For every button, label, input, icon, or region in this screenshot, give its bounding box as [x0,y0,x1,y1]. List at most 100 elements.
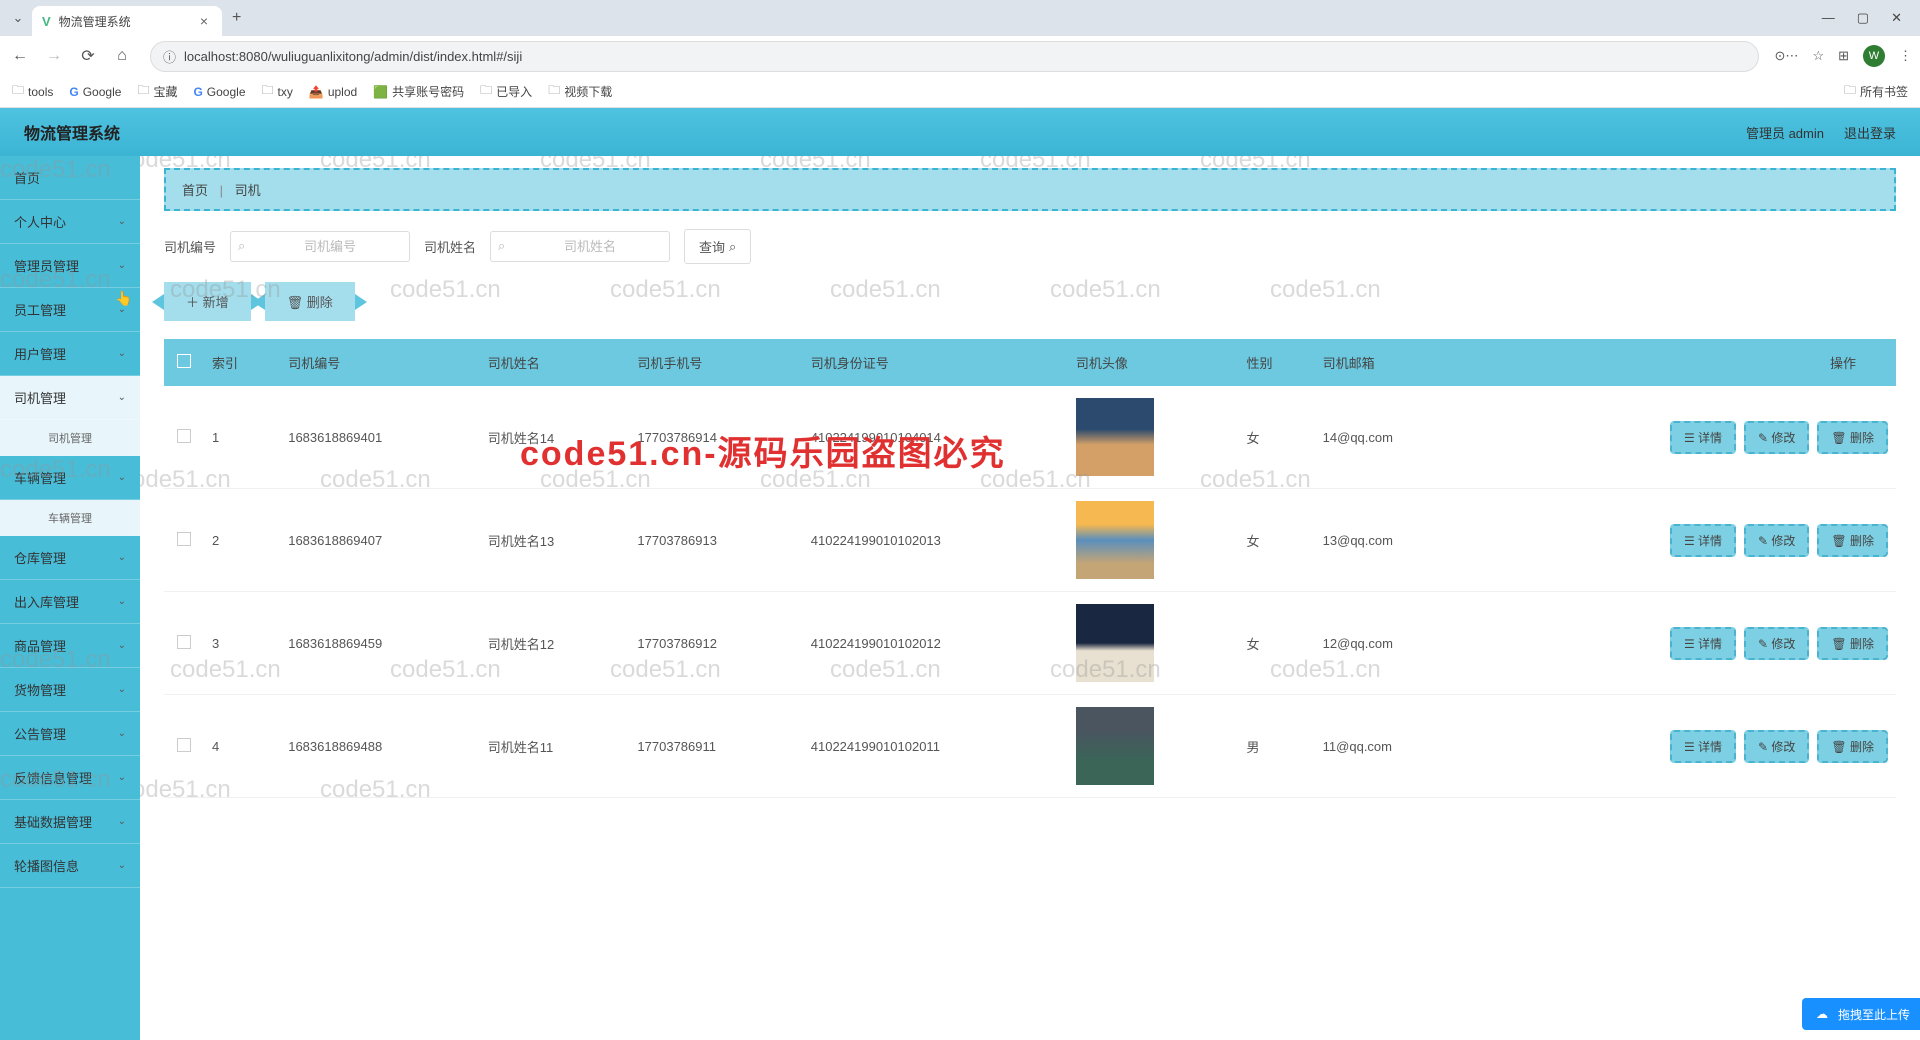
detail-button[interactable]: ☰ 详情 [1670,627,1736,660]
breadcrumb-home[interactable]: 首页 [182,183,208,198]
bookmark-imported[interactable]: 已导入 [480,81,532,102]
tab-close-icon[interactable]: × [196,13,212,29]
minimize-icon[interactable]: — [1822,10,1835,26]
chevron-down-icon: ⌄ [118,216,126,227]
chevron-down-icon: ⌄ [118,472,126,483]
sidebar-item-9[interactable]: 商品管理⌄ [0,624,140,668]
cell-name: 司机姓名12 [480,592,630,695]
logout-link[interactable]: 退出登录 [1844,123,1896,142]
sidebar-item-11[interactable]: 公告管理⌄ [0,712,140,756]
sidebar-label: 首页 [14,168,40,187]
detail-button[interactable]: ☰ 详情 [1670,421,1736,454]
edit-button[interactable]: ✎ 修改 [1744,627,1809,660]
detail-button[interactable]: ☰ 详情 [1670,730,1736,763]
chevron-down-icon: ⌄ [118,816,126,827]
delete-row-button[interactable]: 🗑 删除 [1817,421,1888,454]
sidebar-item-5[interactable]: 司机管理⌄ [0,376,140,420]
all-bookmarks[interactable]: 所有书签 [1844,81,1908,102]
cell-email: 13@qq.com [1315,489,1472,592]
row-actions: ☰ 详情✎ 修改🗑 删除 [1479,524,1888,557]
sidebar-item-1[interactable]: 个人中心⌄ [0,200,140,244]
col-name: 司机姓名 [480,339,630,386]
data-table: 索引 司机编号 司机姓名 司机手机号 司机身份证号 司机头像 性别 司机邮箱 操… [164,339,1896,798]
breadcrumb: 首页 | 司机 [164,168,1896,211]
row-checkbox[interactable] [177,738,191,752]
edit-button[interactable]: ✎ 修改 [1744,524,1809,557]
cell-phone: 17703786912 [629,592,802,695]
bookmark-google-1[interactable]: Google [69,85,121,99]
sidebar-item-4[interactable]: 用户管理⌄ [0,332,140,376]
close-window-icon[interactable]: ✕ [1891,10,1902,26]
edit-button[interactable]: ✎ 修改 [1744,730,1809,763]
bookmark-tools[interactable]: tools [12,81,53,102]
sidebar-subitem[interactable]: 车辆管理 [0,500,140,536]
delete-row-button[interactable]: 🗑 删除 [1817,627,1888,660]
cell-avatar [1068,695,1239,798]
row-checkbox[interactable] [177,635,191,649]
forward-icon[interactable]: → [42,47,66,65]
home-icon[interactable]: ⌂ [110,47,134,65]
sidebar-item-3[interactable]: 员工管理⌄ [0,288,140,332]
site-info-icon[interactable]: ⓘ [163,47,176,66]
bookmark-baozang[interactable]: 宝藏 [137,81,177,102]
chevron-down-icon: ⌄ [118,728,126,739]
cell-name: 司机姓名11 [480,695,630,798]
password-icon[interactable]: ⊙⋯ [1775,48,1799,64]
col-actions: 操作 [1471,339,1896,386]
sidebar-item-8[interactable]: 出入库管理⌄ [0,580,140,624]
sidebar-item-7[interactable]: 仓库管理⌄ [0,536,140,580]
bookmark-shared[interactable]: 🟩 共享账号密码 [373,83,464,100]
url-bar[interactable]: ⓘ localhost:8080/wuliuguanlixitong/admin… [150,41,1759,72]
chevron-down-icon: ⌄ [118,348,126,359]
add-button[interactable]: ＋ 新增 [164,282,251,321]
sidebar-item-13[interactable]: 基础数据管理⌄ [0,800,140,844]
bookmark-video[interactable]: 视频下载 [548,81,612,102]
col-code: 司机编号 [280,339,480,386]
col-phone: 司机手机号 [629,339,802,386]
sidebar-item-10[interactable]: 货物管理⌄ [0,668,140,712]
sidebar-label: 仓库管理 [14,548,66,567]
table-header: 索引 司机编号 司机姓名 司机手机号 司机身份证号 司机头像 性别 司机邮箱 操… [164,339,1896,386]
row-checkbox[interactable] [177,532,191,546]
extensions-icon[interactable]: ⊞ [1838,48,1849,64]
bookmark-star-icon[interactable]: ☆ [1812,48,1824,64]
table-row: 41683618869488司机姓名1117703786911410224199… [164,695,1896,798]
delete-row-button[interactable]: 🗑 删除 [1817,524,1888,557]
delete-button[interactable]: 🗑 删除 [265,282,355,321]
reload-icon[interactable]: ⟳ [76,46,100,66]
tab-list-dropdown-icon[interactable]: ⌄ [8,10,28,26]
main-content: 首页 | 司机 司机编号 ⌕ 司机姓名 ⌕ 查询 ⌕ ＋ 新增 🗑 删除 [140,156,1920,1040]
profile-avatar[interactable]: W [1863,45,1885,67]
driver-code-input[interactable] [230,231,410,262]
edit-button[interactable]: ✎ 修改 [1744,421,1809,454]
avatar-image [1076,398,1154,476]
query-button[interactable]: 查询 ⌕ [684,229,751,264]
row-checkbox[interactable] [177,429,191,443]
new-tab-icon[interactable]: + [232,9,241,27]
header-user[interactable]: 管理员 admin [1746,123,1824,142]
chevron-down-icon: ⌄ [118,392,126,403]
maximize-icon[interactable]: ▢ [1857,10,1869,26]
sidebar-label: 货物管理 [14,680,66,699]
row-actions: ☰ 详情✎ 修改🗑 删除 [1479,730,1888,763]
driver-name-input[interactable] [490,231,670,262]
browser-tab[interactable]: V 物流管理系统 × [32,6,222,36]
sidebar-item-2[interactable]: 管理员管理⌄ [0,244,140,288]
sidebar-item-0[interactable]: 首页 [0,156,140,200]
delete-row-button[interactable]: 🗑 删除 [1817,730,1888,763]
cell-gender: 女 [1238,386,1314,489]
sidebar-subitem[interactable]: 司机管理 [0,420,140,456]
bookmark-txy[interactable]: txy [262,81,293,102]
bookmark-upload[interactable]: 📤 uplod [309,85,357,99]
cloud-upload-icon: ☁ [1812,1004,1832,1024]
select-all-checkbox[interactable] [177,354,191,368]
cell-email: 14@qq.com [1315,386,1472,489]
menu-icon[interactable]: ⋮ [1899,48,1912,64]
sidebar-item-6[interactable]: 车辆管理⌄ [0,456,140,500]
sidebar-item-12[interactable]: 反馈信息管理⌄ [0,756,140,800]
upload-widget[interactable]: ☁ 拖拽至此上传 [1802,998,1920,1030]
sidebar-item-14[interactable]: 轮播图信息⌄ [0,844,140,888]
back-icon[interactable]: ← [8,47,32,65]
bookmark-google-2[interactable]: Google [193,85,245,99]
detail-button[interactable]: ☰ 详情 [1670,524,1736,557]
